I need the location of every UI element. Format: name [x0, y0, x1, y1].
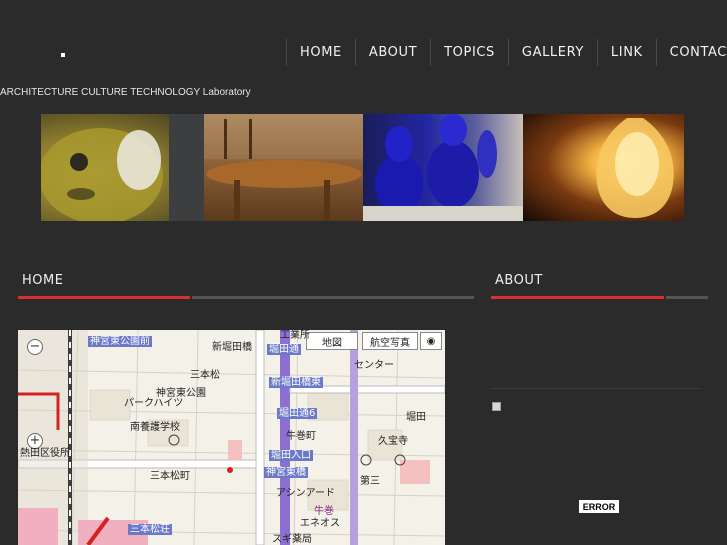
map-label: 新堀田橋東	[269, 377, 323, 388]
main-nav: HOME ABOUT TOPICS GALLERY LINK CONTACT	[286, 39, 727, 66]
map-label: 久宝寺	[378, 436, 408, 447]
sidebar-divider	[491, 388, 700, 389]
map-label: 堀田通6	[277, 408, 318, 419]
nav-contact[interactable]: CONTACT	[655, 39, 727, 66]
map-label: 神宮東公園前	[88, 336, 152, 347]
nav-topics[interactable]: TOPICS	[430, 39, 508, 66]
map-label: 牛巻町	[286, 431, 316, 442]
zoom-in-icon[interactable]: +	[27, 433, 43, 449]
site-logo[interactable]	[61, 53, 65, 57]
map-label: 工業所	[280, 330, 310, 341]
blue-glass-bottles-image	[363, 114, 523, 221]
map-label: 南養護学校	[130, 422, 180, 433]
about-divider-rule	[666, 296, 708, 299]
embedded-map[interactable]: 地図 航空写真 ◉ − + 神宮東公園前 堀田通 工業所 新堀田橋 新堀田橋東 …	[18, 330, 445, 545]
map-label: 三本松町	[150, 471, 190, 482]
about-accent-rule	[491, 296, 664, 299]
aerial-view-button[interactable]: 航空写真	[362, 332, 418, 350]
map-label: アシンアード	[276, 488, 335, 499]
zoom-out-icon[interactable]: −	[27, 339, 43, 355]
map-label: センター	[354, 360, 394, 371]
map-label: 三本松	[190, 370, 220, 381]
map-options-button[interactable]: ◉	[420, 332, 442, 350]
amber-lamp-image	[523, 114, 684, 221]
nav-link[interactable]: LINK	[596, 39, 656, 66]
map-view-button[interactable]: 地図	[306, 332, 358, 350]
wooden-table-image	[204, 114, 363, 221]
map-label: 熱田区役所	[20, 448, 70, 459]
home-section-title: HOME	[22, 273, 64, 288]
map-label: 堀田	[406, 412, 426, 423]
map-label: パークハイツ	[124, 398, 184, 409]
map-label: 堀田入口	[269, 450, 313, 461]
map-label: 第三	[360, 476, 380, 487]
pufferfish-lantern-image	[41, 114, 204, 221]
map-label: 新堀田橋	[212, 342, 252, 353]
broken-image-icon	[492, 402, 501, 411]
map-label: 三本松荘	[128, 524, 172, 535]
map-label: スギ薬局	[272, 534, 312, 545]
nav-gallery[interactable]: GALLERY	[507, 39, 597, 66]
home-accent-rule	[18, 296, 190, 299]
home-divider-rule	[192, 296, 474, 299]
header-banner	[41, 114, 684, 221]
map-label: 堀田通	[267, 344, 301, 355]
error-badge: ERROR	[579, 500, 619, 513]
nav-home[interactable]: HOME	[286, 39, 355, 66]
about-section-title: ABOUT	[495, 273, 543, 288]
map-label: 牛巻	[314, 506, 334, 517]
site-tagline: ARCHITECTURE CULTURE TECHNOLOGY Laborato…	[0, 87, 251, 98]
nav-about[interactable]: ABOUT	[354, 39, 430, 66]
map-label: 神宮東橋	[264, 467, 308, 478]
map-label: エネオス	[300, 518, 340, 529]
